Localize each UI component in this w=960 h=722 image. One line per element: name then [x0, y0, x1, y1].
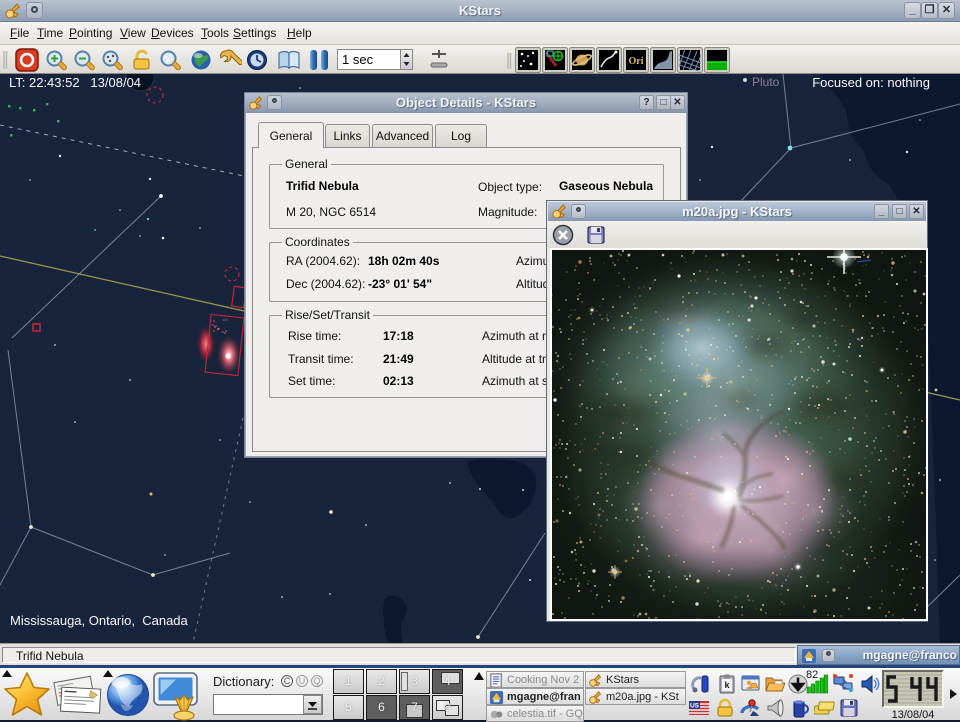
svg-text:US: US	[690, 703, 700, 710]
svg-text:Ori: Ori	[629, 56, 644, 67]
